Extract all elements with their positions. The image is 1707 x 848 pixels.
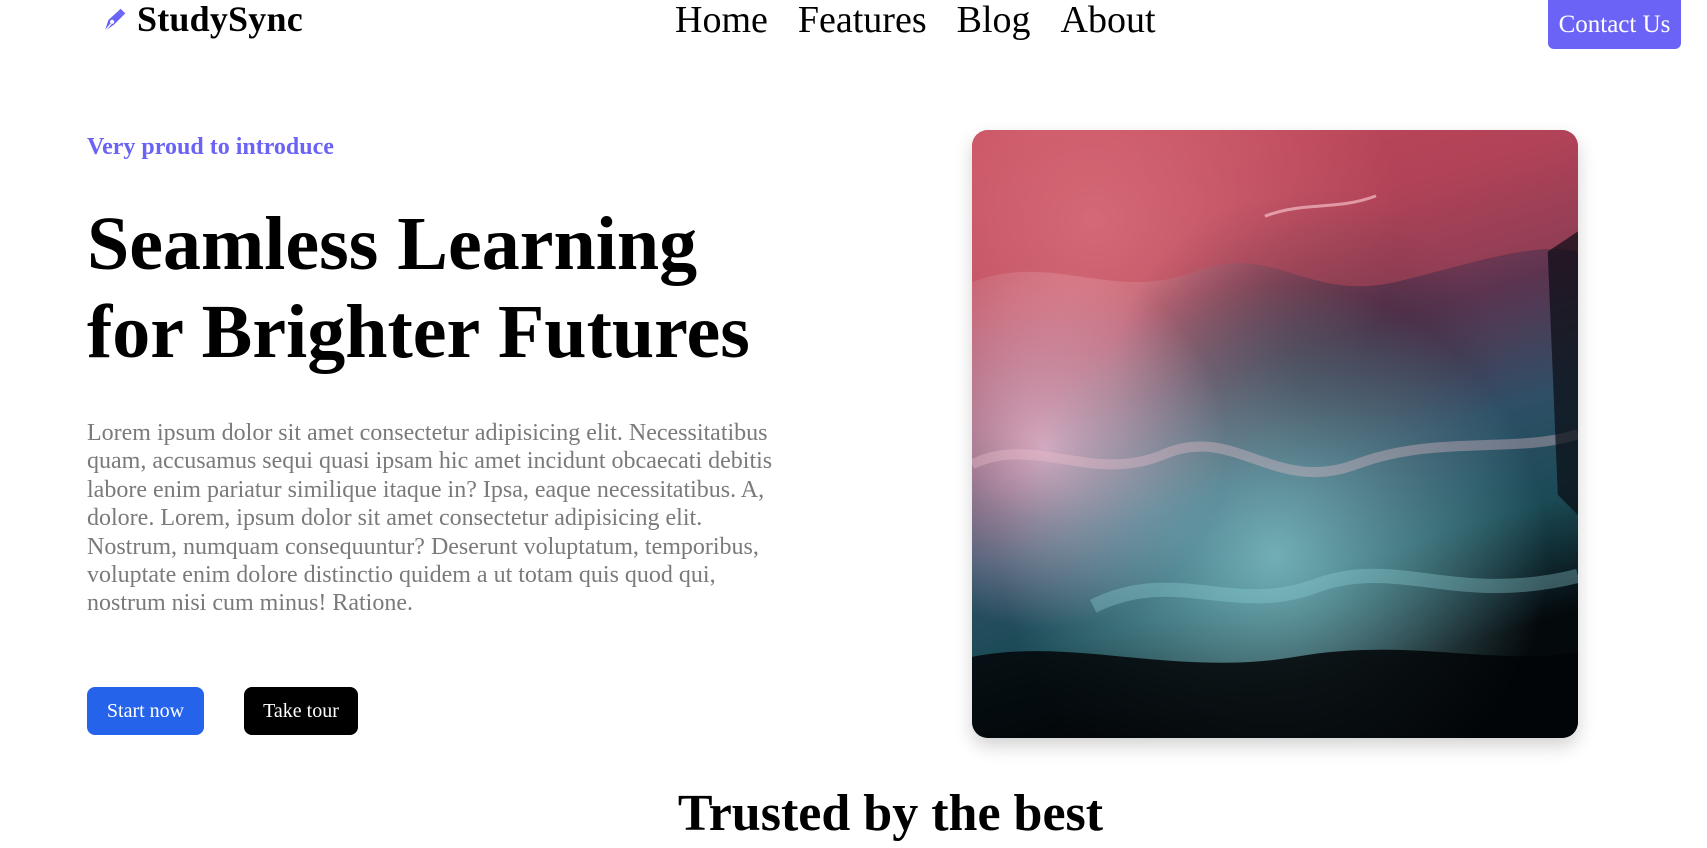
- hero-image: [972, 130, 1578, 738]
- trusted-heading: Trusted by the best: [677, 785, 1104, 842]
- nav-home[interactable]: Home: [675, 0, 768, 42]
- start-now-button[interactable]: Start now: [87, 687, 204, 735]
- nav-blog[interactable]: Blog: [957, 0, 1031, 42]
- take-tour-button[interactable]: Take tour: [244, 687, 358, 735]
- pen-nib-icon: [104, 8, 126, 32]
- brand-name: StudySync: [137, 0, 303, 39]
- contact-us-button[interactable]: Contact Us: [1548, 0, 1681, 49]
- brand-logo[interactable]: StudySync: [99, 0, 303, 38]
- hero-description: Lorem ipsum dolor sit amet consectetur a…: [87, 420, 773, 617]
- hero-buttons: Start now Take tour: [87, 687, 358, 735]
- hero-title: Seamless Learning for Brighter Futures: [87, 202, 750, 374]
- hero-eyebrow: Very proud to introduce: [87, 134, 334, 160]
- nav-features[interactable]: Features: [798, 0, 927, 42]
- main-nav: Home Features Blog About: [675, 0, 1156, 42]
- page: StudySync Home Features Blog About Conta…: [0, 0, 1707, 848]
- nav-about[interactable]: About: [1061, 0, 1156, 42]
